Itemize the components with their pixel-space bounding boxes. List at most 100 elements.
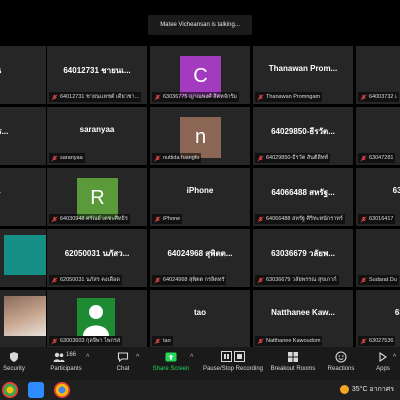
participant-name: ธีรวร... [0, 127, 9, 136]
participants-count: 166 [66, 352, 77, 358]
share-screen-icon [165, 352, 177, 362]
participant-caption-label: saranyaa [60, 155, 83, 161]
participant-tile[interactable]: Natthanee Kaw... Natthanee Kawoudom [253, 290, 353, 347]
participant-tile[interactable]: saranyaa saranyaa [47, 107, 147, 165]
participant-caption-label: 64012731 ชายนเเหชต์ เดียวชา... [60, 94, 140, 100]
muted-mic-icon [51, 337, 58, 345]
participant-initial-avatar: R [77, 178, 118, 219]
share-screen-button[interactable]: Share Screen [152, 351, 190, 372]
participant-caption-label: 63003603 กุลจีพา ไพกรส [60, 338, 121, 344]
muted-mic-icon [360, 215, 367, 223]
participant-name: iPhone [186, 186, 214, 195]
apps-caret-icon[interactable]: ^ [393, 354, 396, 361]
participant-tile[interactable]: 63003603 กุลจีพา ไพกรส [47, 290, 147, 347]
participant-tile[interactable]: ศินฉ บุญสุ้ย [0, 46, 46, 104]
participant-tile[interactable]: 64066488 สหรัฐ... 64066488 สหรัฐ ศิริทะทน… [253, 168, 353, 226]
breakout-rooms-button[interactable]: Breakout Rooms [269, 351, 317, 372]
participant-tile[interactable]: ธีรวร...ชั่วศักดิ์ [0, 107, 46, 165]
participant-caption: 63003603 กุลจีพา ไพกรส [49, 336, 123, 346]
participant-name: saranyaa [79, 125, 115, 134]
participant-caption: 64024968 สุพิตต กรลิตทรั [152, 275, 227, 285]
participant-caption: 63016417 [358, 214, 396, 224]
participant-name: 63027 [394, 308, 400, 317]
participant-caption: tao [152, 336, 173, 346]
participant-caption-label: 63027536 [369, 338, 394, 344]
participant-tile[interactable]: Thanawan Prom... Thanawan Promngam [253, 46, 353, 104]
participant-caption: 64003732 เ [358, 92, 399, 102]
muted-mic-icon [257, 93, 264, 101]
participant-tile[interactable]: 64012731 ชายนเ... 64012731 ชายนเเหชต์ เดี… [47, 46, 147, 104]
muted-mic-icon [257, 276, 264, 284]
weather-widget[interactable]: 35°C อากาศร [339, 384, 394, 395]
participant-caption: 63027536 [358, 336, 396, 346]
participant-initial-avatar: n [180, 117, 221, 158]
participant-tile[interactable]: 64003732 เ [356, 46, 400, 104]
participant-tile[interactable]: va [0, 168, 46, 226]
muted-mic-icon [51, 215, 58, 223]
sun-icon [339, 385, 349, 394]
participant-caption-label: 64024968 สุพิตต กรลิตทรั [163, 277, 225, 283]
participant-caption: 64066488 สหรัฐ ศิริทะทนักราทร์ [255, 214, 345, 224]
participant-name: tao [194, 308, 206, 317]
chrome-icon[interactable] [2, 382, 18, 398]
zoom-icon[interactable] [28, 382, 44, 398]
participant-tile[interactable]: 63036679 วลัยพ... 63036679 วลัยพรรณ สุขเก… [253, 229, 353, 287]
meeting-toolbar: Security 166 Participants ^ Chat ^ Share… [0, 347, 400, 380]
participant-caption: iPhone [152, 214, 183, 224]
participant-name: 62050031 นภัสว... [64, 249, 130, 258]
participant-tile[interactable]: iPhone iPhone [150, 168, 250, 226]
participant-caption-label: Sudarat Du [369, 277, 397, 283]
participant-initial-avatar: C [180, 56, 221, 97]
participants-button[interactable]: 166 Participants [48, 351, 84, 372]
chat-button[interactable]: Chat [112, 351, 134, 372]
participant-caption: Sudarat Du [358, 275, 399, 285]
participant-caption: 63047281 [358, 153, 396, 163]
participant-tile[interactable]: 64024968 สุพิตต... 64024968 สุพิตต กรลิตท… [150, 229, 250, 287]
participant-name: ศิน [0, 64, 46, 77]
participant-tile[interactable]: Sudarat Du [356, 229, 400, 287]
participant-caption-label: iPhone [163, 216, 181, 222]
participant-tile[interactable]: 63027 63027536 [356, 290, 400, 347]
security-button[interactable]: Security [1, 351, 27, 372]
share-caret-icon[interactable]: ^ [190, 354, 193, 361]
participant-caption-label: 62050031 นภัสร คงเดือด [60, 277, 120, 283]
default-avatar-icon [77, 298, 115, 336]
participant-video-thumb [4, 296, 46, 336]
participant-name: 630164 [392, 186, 400, 195]
participant-tile[interactable]: C 63036775 ญาณพงศ์ สิตหจักรัม [150, 46, 250, 104]
participants-icon: 166 [53, 351, 79, 363]
muted-mic-icon [154, 215, 161, 223]
participant-caption-label: 63047281 [369, 155, 394, 161]
participant-tile[interactable]: tao tao [150, 290, 250, 347]
chat-caret-icon[interactable]: ^ [136, 354, 139, 361]
muted-mic-icon [154, 337, 161, 345]
muted-mic-icon [51, 154, 58, 162]
participant-tile[interactable]: ฉาสน่าเที่ย [0, 290, 46, 347]
windows-taskbar: 35°C อากาศร [0, 380, 400, 400]
participant-caption-label: tao [163, 338, 171, 344]
muted-mic-icon [257, 215, 264, 223]
participant-caption-label: 64029850-ธีรวัต สันติสิทท์ [266, 155, 329, 161]
participant-caption: Natthanee Kawoudom [255, 336, 323, 346]
muted-mic-icon [360, 276, 367, 284]
participant-tile[interactable]: 63047281 [356, 107, 400, 165]
muted-mic-icon [154, 93, 161, 101]
muted-mic-icon [257, 337, 264, 345]
apps-icon [379, 351, 387, 363]
recording-button[interactable]: Pause/Stop Recording [200, 351, 266, 372]
participant-tile[interactable]: R 64030948 ศรัณย์ เตชะศิทธิร [47, 168, 147, 226]
participant-caption-label: 64066488 สหรัฐ ศิริทะทนักราทร์ [266, 216, 343, 222]
participant-tile[interactable]: n nuttida fuangfu [150, 107, 250, 165]
participant-grid: ศินฉ บุญสุ้ย64012731 ชายนเ...64012731 ชา… [0, 43, 400, 347]
participant-tile[interactable]: 630164 63016417 [356, 168, 400, 226]
apps-button[interactable]: Apps [372, 351, 394, 372]
participant-tile[interactable]: HAROEN [0, 229, 46, 287]
participant-tile[interactable]: 64029850-ธีรวัต... 64029850-ธีรวัต สันติส… [253, 107, 353, 165]
browser-icon[interactable] [54, 382, 70, 398]
participant-tile[interactable]: 62050031 นภัสว... 62050031 นภัสร คงเดือด [47, 229, 147, 287]
participants-caret-icon[interactable]: ^ [86, 354, 89, 361]
chat-icon [117, 352, 129, 363]
participant-caption: Thanawan Promngam [255, 92, 323, 102]
participant-caption-label: nuttida fuangfu [163, 155, 200, 161]
reactions-button[interactable]: Reactions [326, 351, 356, 372]
